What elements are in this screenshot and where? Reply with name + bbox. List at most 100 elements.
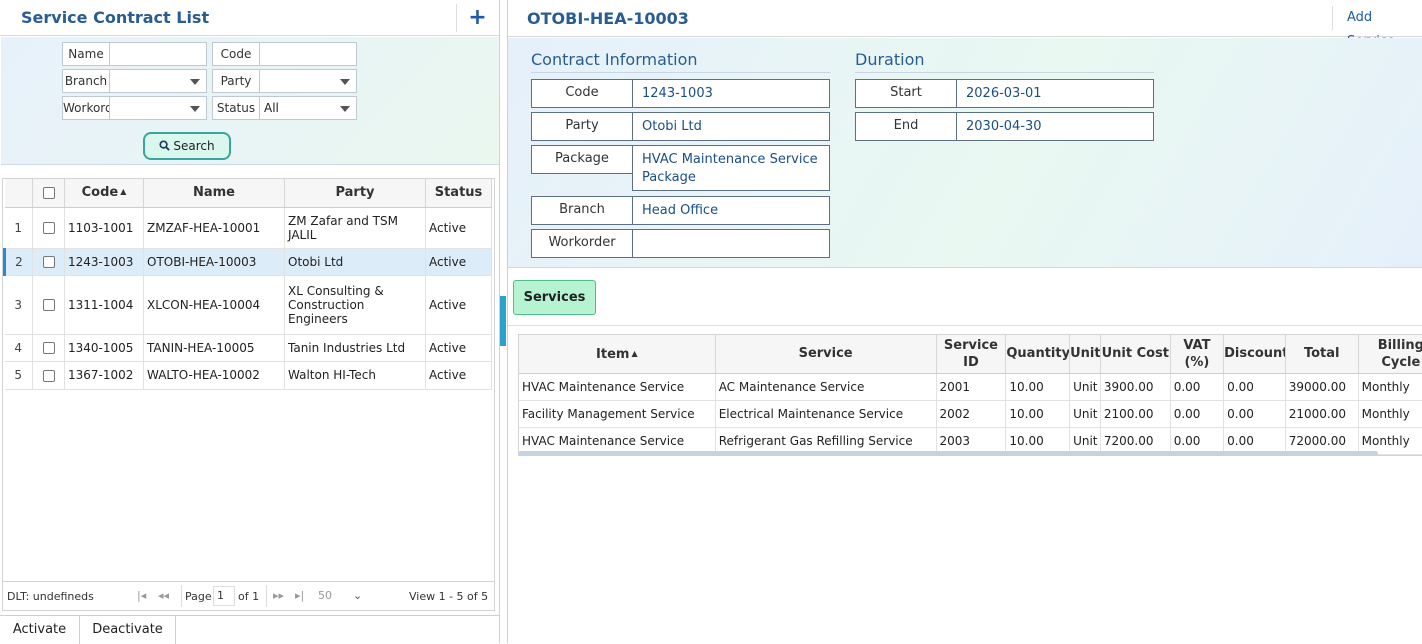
unit-cost-cell: 3900.00 xyxy=(1100,373,1171,401)
branch-filter-select[interactable] xyxy=(109,69,207,93)
service-id-cell: 2001 xyxy=(936,373,1007,401)
service-column-header[interactable]: Service xyxy=(715,335,937,374)
table-row[interactable]: Facility Management Service Electrical M… xyxy=(519,400,1422,428)
last-page-icon[interactable]: ▸| xyxy=(295,589,304,602)
name-cell: WALTO-HEA-10002 xyxy=(143,361,285,390)
grid-header-row: Code ▲ Name Party Status xyxy=(4,179,492,208)
branch-value: Head Office xyxy=(632,196,830,225)
quantity-cell: 10.00 xyxy=(1005,400,1071,428)
prev-page-icon[interactable]: ◂◂ xyxy=(158,589,169,602)
first-page-icon[interactable]: |◂ xyxy=(137,589,146,602)
start-label: Start xyxy=(855,79,957,108)
deactivate-button[interactable]: Deactivate xyxy=(80,616,176,644)
unit-cost-column-header[interactable]: Unit Cost xyxy=(1100,335,1171,374)
quantity-cell: 10.00 xyxy=(1005,373,1071,401)
row-checkbox[interactable] xyxy=(42,256,55,268)
panel-splitter-handle[interactable] xyxy=(500,296,506,346)
page-number-input[interactable]: 1 xyxy=(213,586,235,606)
code-filter-input[interactable] xyxy=(259,42,357,66)
page-label: Page xyxy=(185,590,212,603)
code-cell: 1311-1004 xyxy=(64,275,144,335)
workorder-filter-select[interactable] xyxy=(109,96,207,120)
unit-cost-cell: 2100.00 xyxy=(1100,400,1171,428)
list-header: Service Contract List + xyxy=(0,0,499,36)
table-row[interactable]: 3 1311-1004 XLCON-HEA-10004 XL Consultin… xyxy=(4,275,492,335)
row-checkbox[interactable] xyxy=(42,369,55,382)
code-column-header[interactable]: Code ▲ xyxy=(64,179,144,208)
row-checkbox[interactable] xyxy=(42,299,55,311)
table-row[interactable]: HVAC Maintenance Service Refrigerant Gas… xyxy=(519,427,1422,455)
contract-information-heading: Contract Information xyxy=(531,50,831,73)
table-row-selected[interactable]: 2 1243-1003 OTOBI-HEA-10003 Otobi Ltd Ac… xyxy=(3,248,492,276)
name-filter-input[interactable] xyxy=(109,42,207,66)
total-column-header[interactable]: Total xyxy=(1285,335,1359,374)
start-date-value: 2026-03-01 xyxy=(956,79,1154,108)
status-cell: Active xyxy=(425,275,492,335)
workorder-value xyxy=(632,229,830,258)
unit-cell: Unit xyxy=(1069,373,1101,401)
table-row[interactable]: 4 1340-1005 TANIN-HEA-10005 Tanin Indust… xyxy=(4,334,492,362)
service-id-column-header[interactable]: Service ID xyxy=(936,335,1007,374)
code-value: 1243-1003 xyxy=(632,79,830,108)
table-row[interactable]: HVAC Maintenance Service AC Maintenance … xyxy=(519,373,1422,401)
unit-column-header[interactable]: Unit xyxy=(1069,335,1101,374)
status-filter-select[interactable]: All xyxy=(259,96,357,120)
contract-detail-panel: OTOBI-HEA-10003 Add Service Contract Inf… xyxy=(507,0,1422,643)
sort-icon: ▲ xyxy=(631,348,638,358)
row-checkbox-cell xyxy=(32,361,65,390)
view-range-text: View 1 - 5 of 5 xyxy=(409,590,489,603)
party-filter-select[interactable] xyxy=(259,69,357,93)
service-id-cell: 2002 xyxy=(936,400,1007,428)
status-cell: Active xyxy=(425,248,492,276)
grid-pager: DLT: undefineds |◂ ◂◂ Page 1 of 1 ▸▸ ▸| … xyxy=(2,581,495,611)
row-number: 2 xyxy=(3,248,33,276)
status-cell: Active xyxy=(425,361,492,390)
name-column-header[interactable]: Name xyxy=(143,179,285,208)
code-filter-label: Code xyxy=(212,42,260,66)
table-row[interactable]: 1 1103-1001 ZMZAF-HEA-10001 ZM Zafar and… xyxy=(4,207,492,249)
item-column-header[interactable]: Item ▲ xyxy=(519,335,716,374)
search-button[interactable]: Search xyxy=(143,132,231,160)
detail-header: OTOBI-HEA-10003 Add Service xyxy=(508,0,1422,49)
vat-column-header[interactable]: VAT (%) xyxy=(1170,335,1225,374)
billing-cycle-column-header[interactable]: Billing Cycle xyxy=(1358,335,1422,374)
code-cell: 1103-1001 xyxy=(64,207,144,249)
services-tab-button[interactable]: Services xyxy=(513,280,596,315)
rows-per-page-select[interactable]: 50 ⌄ xyxy=(315,586,365,606)
name-cell: XLCON-HEA-10004 xyxy=(143,275,285,335)
page-title: Service Contract List xyxy=(21,8,210,27)
service-cell: Refrigerant Gas Refilling Service xyxy=(715,427,937,455)
plus-icon: + xyxy=(468,5,487,30)
quantity-cell: 10.00 xyxy=(1005,427,1071,455)
row-checkbox-cell xyxy=(32,275,65,335)
workorder-filter-label: Workorder xyxy=(62,96,110,120)
select-all-checkbox[interactable] xyxy=(42,186,55,199)
discount-column-header[interactable]: Discount xyxy=(1223,335,1286,374)
total-cell: 21000.00 xyxy=(1285,400,1359,428)
search-icon xyxy=(159,140,171,151)
branch-label: Branch xyxy=(531,196,633,225)
unit-cell: Unit xyxy=(1069,400,1101,428)
row-checkbox[interactable] xyxy=(42,342,55,354)
table-row[interactable]: 5 1367-1002 WALTO-HEA-10002 Walton HI-Te… xyxy=(4,361,492,390)
discount-cell: 0.00 xyxy=(1223,427,1286,455)
sort-icon: ▲ xyxy=(120,187,127,197)
party-cell: Otobi Ltd xyxy=(284,248,426,276)
quantity-column-header[interactable]: Quantity xyxy=(1005,335,1071,374)
item-cell: HVAC Maintenance Service xyxy=(519,427,716,455)
row-checkbox[interactable] xyxy=(42,222,55,234)
party-column-header[interactable]: Party xyxy=(284,179,426,208)
horizontal-scrollbar[interactable] xyxy=(518,451,1378,456)
row-number: 5 xyxy=(4,361,33,390)
status-column-header[interactable]: Status xyxy=(425,179,492,208)
end-label: End xyxy=(855,112,957,141)
chevron-down-icon: ⌄ xyxy=(353,589,363,602)
vat-cell: 0.00 xyxy=(1170,427,1225,455)
activate-button[interactable]: Activate xyxy=(0,616,80,644)
unit-cell: Unit xyxy=(1069,427,1101,455)
filter-panel: Name Code Branch Party Workorder Status … xyxy=(1,37,499,165)
add-contract-button[interactable]: + xyxy=(456,4,498,32)
add-service-button[interactable]: Add Service xyxy=(1332,6,1422,49)
next-page-icon[interactable]: ▸▸ xyxy=(273,589,284,602)
divider xyxy=(508,325,1422,326)
